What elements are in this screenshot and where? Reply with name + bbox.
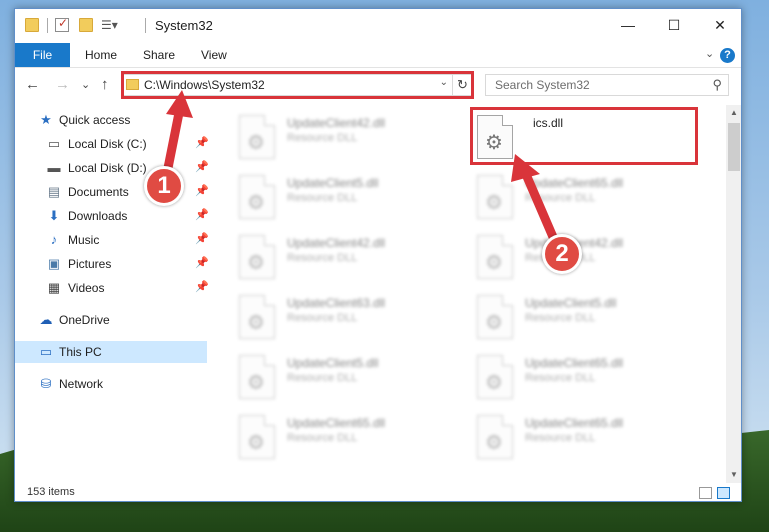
callout-step-1: 1 [144,166,184,206]
arrow-1-head [166,90,193,118]
arrow-2-head [511,154,540,182]
arrow-2-shaft [520,167,561,249]
callout-step-2: 2 [542,234,582,274]
annotation-arrows [161,90,561,249]
